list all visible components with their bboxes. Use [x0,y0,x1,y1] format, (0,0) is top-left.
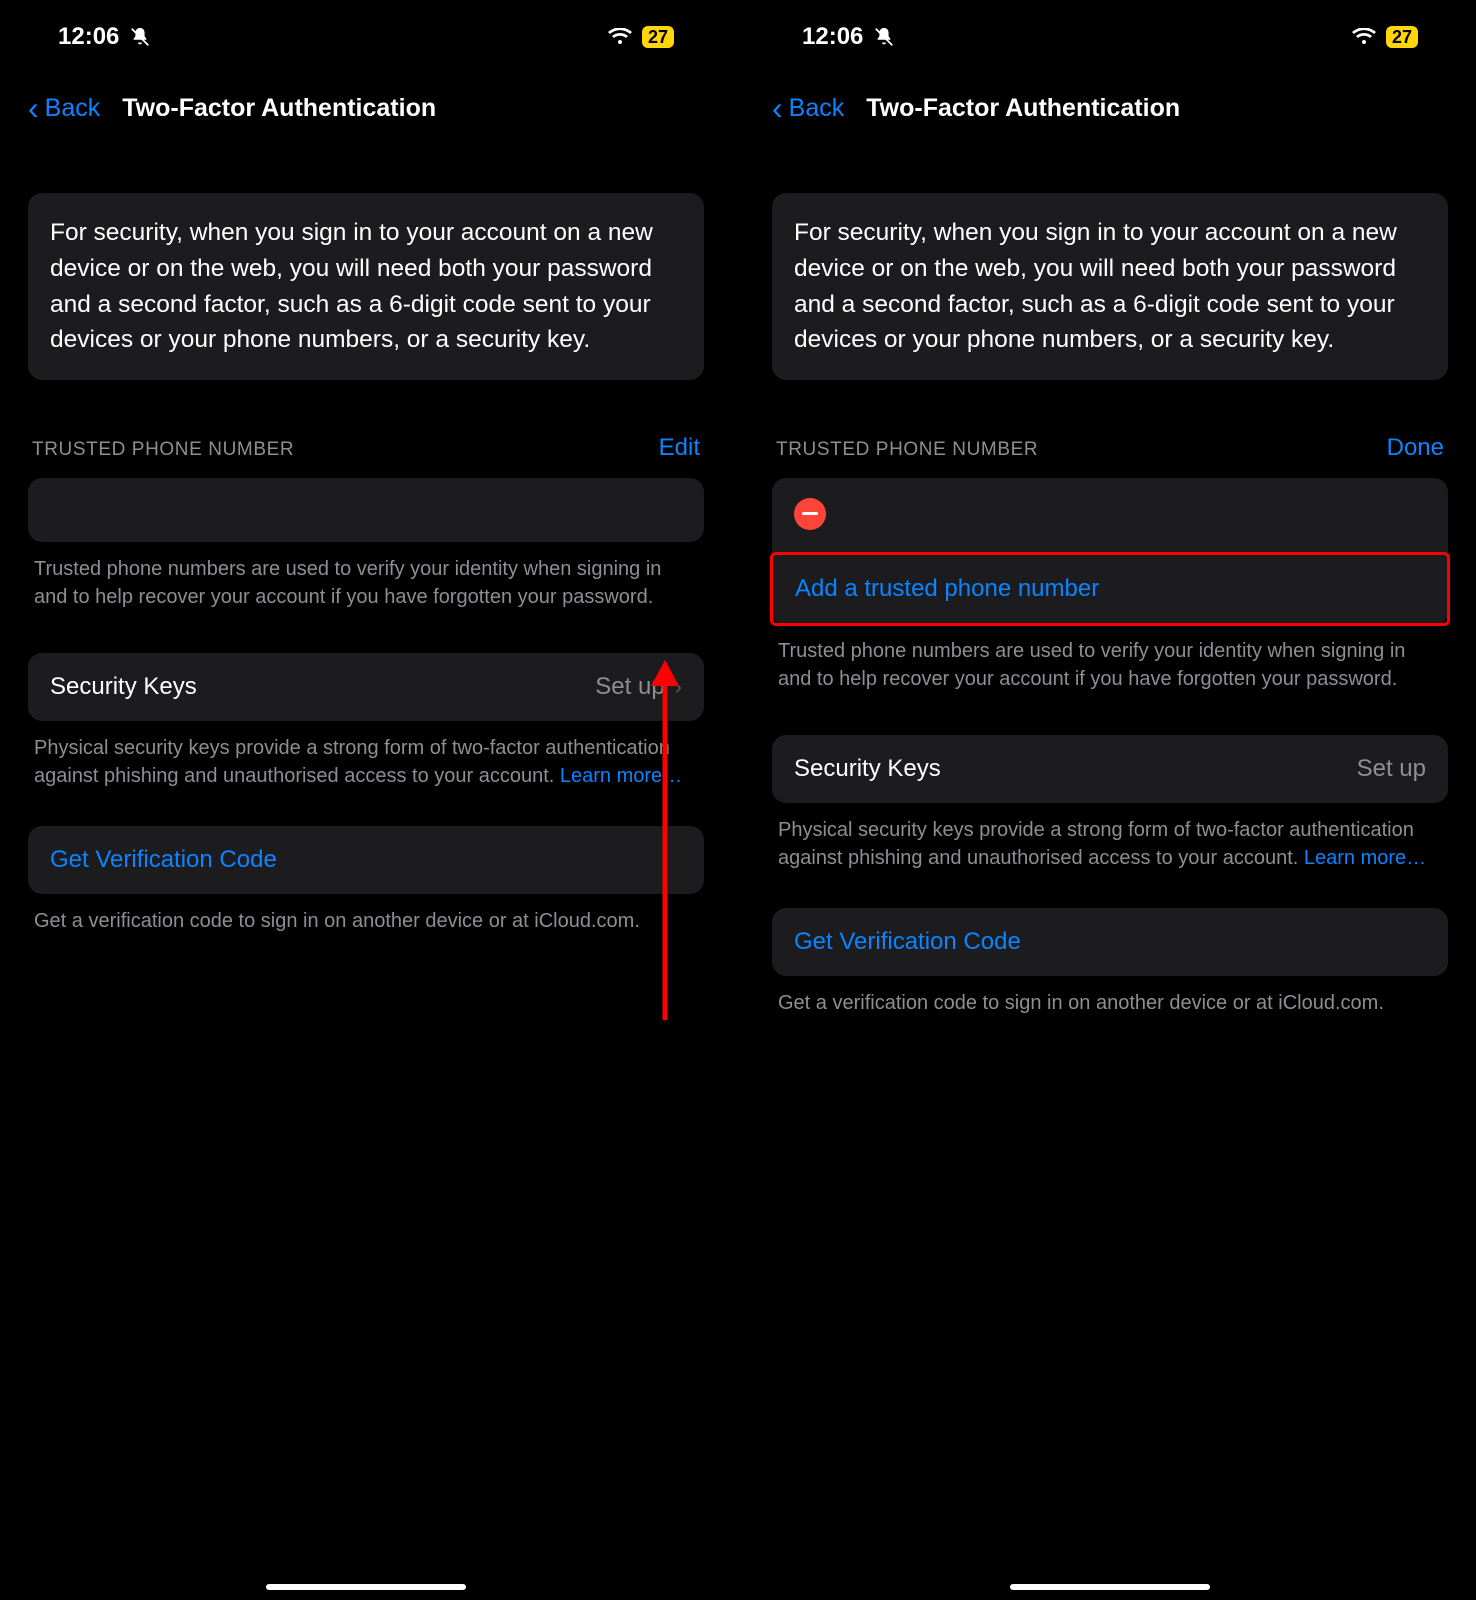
security-keys-value: Set up [595,673,664,701]
phone-screen-left: 12:06 27 ‹ Back Two-Factor Authenticatio… [0,0,732,1600]
back-button[interactable]: Back [45,94,101,123]
intro-card: For security, when you sign in to your a… [772,193,1448,380]
battery-indicator: 27 [1386,26,1418,48]
back-chevron-icon[interactable]: ‹ [28,90,39,127]
security-keys-row[interactable]: Security Keys Set up [772,735,1448,803]
trusted-number-row[interactable] [28,478,704,542]
trusted-footer: Trusted phone numbers are used to verify… [28,542,704,611]
done-button[interactable]: Done [1387,434,1444,462]
intro-text: For security, when you sign in to your a… [50,215,682,358]
get-verification-code-row[interactable]: Get Verification Code [28,826,704,894]
battery-indicator: 27 [642,26,674,48]
get-verification-code-row[interactable]: Get Verification Code [772,908,1448,976]
security-keys-row[interactable]: Security Keys Set up › [28,653,704,721]
nav-bar: ‹ Back Two-Factor Authentication [772,60,1448,145]
security-keys-value: Set up [1357,755,1426,783]
status-bar: 12:06 27 [28,0,704,60]
security-keys-footer: Physical security keys provide a strong … [28,721,704,790]
home-indicator[interactable] [266,1584,466,1590]
add-trusted-number-label: Add a trusted phone number [795,575,1099,603]
trusted-number-row-editing[interactable] [772,478,1448,550]
bell-slash-icon [873,26,895,48]
security-keys-label: Security Keys [50,673,197,701]
learn-more-link[interactable]: Learn more… [560,765,682,787]
verification-footer: Get a verification code to sign in on an… [28,894,704,936]
page-title: Two-Factor Authentication [122,94,436,123]
wifi-icon [1352,28,1376,46]
status-time: 12:06 [58,23,119,51]
trusted-numbers-card [28,478,704,542]
intro-card: For security, when you sign in to your a… [28,193,704,380]
status-bar: 12:06 27 [772,0,1448,60]
delete-icon[interactable] [794,498,826,530]
wifi-icon [608,28,632,46]
trusted-numbers-card-editing: Add a trusted phone number [772,478,1448,626]
edit-button[interactable]: Edit [659,434,700,462]
security-keys-label: Security Keys [794,755,941,783]
get-verification-code-label: Get Verification Code [50,846,277,873]
add-trusted-number-row[interactable]: Add a trusted phone number [770,552,1450,626]
home-indicator[interactable] [1010,1584,1210,1590]
security-keys-card: Security Keys Set up › [28,653,704,721]
chevron-right-icon: › [675,674,682,700]
trusted-footer: Trusted phone numbers are used to verify… [772,624,1448,693]
phone-screen-right: 12:06 27 ‹ Back Two-Factor Authenticatio… [744,0,1476,1600]
nav-bar: ‹ Back Two-Factor Authentication [28,60,704,145]
verification-footer: Get a verification code to sign in on an… [772,976,1448,1018]
security-keys-card: Security Keys Set up [772,735,1448,803]
intro-text: For security, when you sign in to your a… [794,215,1426,358]
learn-more-link[interactable]: Learn more… [1304,847,1426,869]
status-time: 12:06 [802,23,863,51]
security-keys-footer: Physical security keys provide a strong … [772,803,1448,872]
page-title: Two-Factor Authentication [866,94,1180,123]
trusted-section-header: TRUSTED PHONE NUMBER [32,439,294,461]
back-button[interactable]: Back [789,94,845,123]
get-verification-code-label: Get Verification Code [794,928,1021,955]
trusted-section-header: TRUSTED PHONE NUMBER [776,439,1038,461]
back-chevron-icon[interactable]: ‹ [772,90,783,127]
bell-slash-icon [129,26,151,48]
